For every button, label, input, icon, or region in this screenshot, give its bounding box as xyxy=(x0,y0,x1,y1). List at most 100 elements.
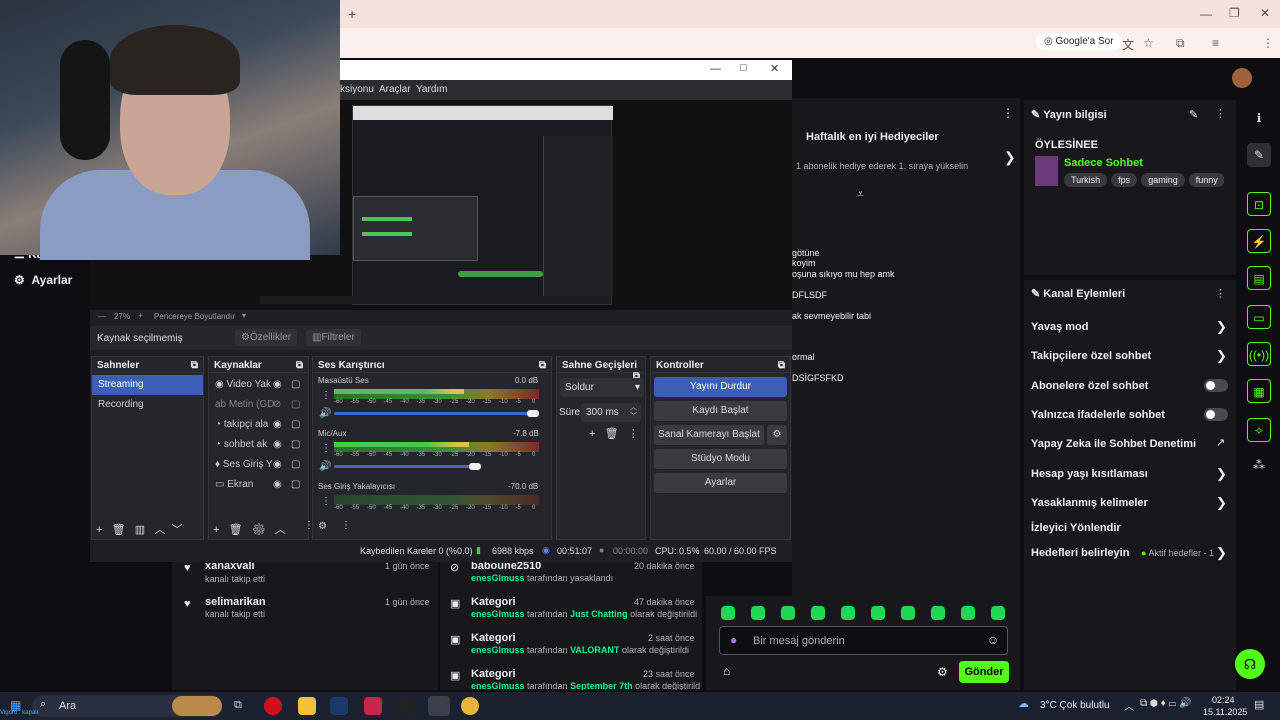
shapes-icon[interactable]: ⁂ xyxy=(1247,453,1271,477)
taskbar-search[interactable]: ⌕ Ara xyxy=(32,695,222,717)
emote-icon[interactable] xyxy=(841,606,855,620)
lock-icon[interactable]: ▢ xyxy=(291,395,300,415)
chevron-right-icon[interactable]: ❯ xyxy=(1216,466,1227,482)
chevron-right-icon[interactable]: ❯ xyxy=(1216,319,1227,335)
chevron-right-icon[interactable]: ❯ xyxy=(1216,348,1227,364)
emote-icon[interactable] xyxy=(931,606,945,620)
chevron-down-icon[interactable]: ▾ xyxy=(242,311,246,320)
bookmark-star-icon[interactable]: ☆ xyxy=(1143,36,1154,50)
emote-icon[interactable] xyxy=(991,606,1005,620)
gift-icon[interactable]: ⌂ xyxy=(723,664,730,678)
document-icon[interactable]: ▤ xyxy=(1247,266,1271,290)
eye-off-icon[interactable]: ⊘ xyxy=(273,395,281,415)
menu-dots-icon[interactable]: ⋮ xyxy=(628,428,639,440)
follow-user[interactable]: selimarikan xyxy=(205,596,266,608)
source-item[interactable]: ◉ Video Yak ◉ ▢ xyxy=(209,375,308,395)
emoji-icon[interactable]: ☺ xyxy=(987,633,999,647)
channel-options-icon[interactable]: ⋮ xyxy=(321,496,331,507)
send-button[interactable]: Gönder xyxy=(959,661,1009,683)
volume-slider[interactable] xyxy=(334,412,534,415)
channel-options-icon[interactable]: ⋮ xyxy=(321,390,331,401)
tag-chip[interactable]: gaming xyxy=(1141,173,1185,187)
chevron-right-icon[interactable]: ❯ xyxy=(1004,149,1016,166)
minimize-icon[interactable]: — xyxy=(1200,7,1212,21)
panel-options-icon[interactable]: ⋮ xyxy=(1215,107,1226,120)
close-icon[interactable]: ✕ xyxy=(770,62,779,75)
gear-icon[interactable]: ⚙ xyxy=(252,524,266,536)
mixer-menu-icon[interactable]: ⋮ xyxy=(341,520,351,531)
zoom-in-icon[interactable]: + xyxy=(138,311,143,320)
chat-bubble-icon[interactable]: ▭ xyxy=(1247,305,1271,329)
settings-button[interactable]: Ayarlar xyxy=(654,473,787,493)
add-icon[interactable]: + xyxy=(213,524,219,536)
source-menu-icon[interactable]: ⋮ xyxy=(304,520,314,531)
banned-words-item[interactable]: Yasaklanmış kelimeler xyxy=(1031,497,1148,509)
file-explorer-icon[interactable] xyxy=(298,697,316,715)
tag-chip[interactable]: funny xyxy=(1188,173,1224,187)
duration-input[interactable]: 300 ms ︿ ﹀ xyxy=(581,403,641,422)
raid-item[interactable]: İzleyici Yönlendir xyxy=(1031,522,1121,534)
obs-taskbar-icon[interactable] xyxy=(428,696,450,716)
slow-mode-item[interactable]: Yavaş mod xyxy=(1031,321,1088,333)
source-item[interactable]: ◔ sohbet ak ◉ ▢ xyxy=(209,435,308,455)
arrow-up-icon[interactable]: ︿ xyxy=(275,524,286,536)
zoom-out-icon[interactable]: — xyxy=(98,312,106,321)
emote-icon[interactable] xyxy=(751,606,765,620)
chat-settings-icon[interactable]: ⚙ xyxy=(937,665,948,679)
scene-item[interactable]: Streaming xyxy=(92,375,203,395)
notification-icon[interactable]: ▤ xyxy=(1254,698,1264,711)
minimize-icon[interactable]: — xyxy=(710,63,721,75)
epic-games-icon[interactable] xyxy=(396,697,414,715)
start-virtual-camera-button[interactable]: Sanal Kamerayı Başlat xyxy=(654,425,764,445)
virtual-camera-settings-icon[interactable]: ⚙ xyxy=(767,425,787,445)
lock-icon[interactable]: ▢ xyxy=(291,415,300,435)
account-age-item[interactable]: Hesap yaşı kısıtlaması xyxy=(1031,468,1148,480)
edit-icon[interactable]: ✎ xyxy=(1189,108,1198,121)
source-item[interactable]: ♦ Ses Giriş Y ◉ ▢ xyxy=(209,455,308,475)
lock-icon[interactable]: ▢ xyxy=(291,455,300,475)
pencil-icon[interactable]: ✎ xyxy=(1247,143,1271,167)
advanced-audio-icon[interactable]: ⚙ xyxy=(318,521,327,532)
scan-icon[interactable]: ⊡ xyxy=(1247,192,1271,216)
eye-icon[interactable]: ◉ xyxy=(273,435,282,455)
emote-icon[interactable] xyxy=(901,606,915,620)
stream-category[interactable]: Sadece Sohbet xyxy=(1064,157,1143,169)
source-item[interactable]: ab Metin (GD ⊘ ▢ xyxy=(209,395,308,415)
translate-icon[interactable]: 文 xyxy=(1122,36,1134,53)
undock-icon[interactable]: ⧉ xyxy=(539,360,546,371)
emote-icon[interactable] xyxy=(961,606,975,620)
eye-icon[interactable]: ◉ xyxy=(273,375,282,395)
chevron-right-icon[interactable]: ❯ xyxy=(1216,495,1227,511)
add-icon[interactable]: + xyxy=(96,524,102,536)
emote-icon[interactable] xyxy=(871,606,885,620)
support-icon[interactable]: ☊ xyxy=(1235,649,1265,679)
trash-icon[interactable]: 🗑 xyxy=(112,524,126,536)
task-view-icon[interactable]: ⧉ xyxy=(234,699,242,712)
eye-icon[interactable]: ◉ xyxy=(273,415,282,435)
moderation-icon[interactable]: ▦ xyxy=(1247,379,1271,403)
eye-icon[interactable]: ◉ xyxy=(273,475,282,495)
eye-icon[interactable]: ◉ xyxy=(273,455,282,475)
emote-icon[interactable] xyxy=(781,606,795,620)
speaker-icon[interactable]: 🔊 xyxy=(319,408,331,419)
speaker-icon[interactable]: 🔊 xyxy=(319,461,331,472)
followers-only-item[interactable]: Takipçilere özel sohbet xyxy=(1031,350,1151,362)
info-icon[interactable]: ℹ xyxy=(1247,106,1271,130)
trash-icon[interactable]: 🗑 xyxy=(229,524,243,536)
undock-icon[interactable]: ⧉ xyxy=(296,360,303,371)
volume-slider-knob[interactable] xyxy=(527,410,539,417)
subscribers-only-toggle[interactable] xyxy=(1204,379,1228,392)
fit-window-label[interactable]: Pencereye Boyutlandır xyxy=(154,312,235,321)
maximize-icon[interactable]: ❐ xyxy=(1229,6,1240,20)
stop-streaming-button[interactable]: Yayını Durdur xyxy=(654,377,787,397)
menu-dots-icon[interactable]: ⋮ xyxy=(1262,36,1274,50)
new-tab-icon[interactable]: + xyxy=(348,6,356,22)
arrow-down-icon[interactable]: ﹀ xyxy=(171,524,182,536)
arrow-up-icon[interactable]: ︿ xyxy=(154,524,165,536)
add-icon[interactable]: + xyxy=(589,428,595,440)
start-recording-button[interactable]: Kaydı Başlat xyxy=(654,401,787,421)
emote-only-toggle[interactable] xyxy=(1204,408,1228,421)
lock-icon[interactable]: ▢ xyxy=(291,475,300,495)
opera-icon[interactable] xyxy=(264,697,282,715)
extensions-icon[interactable]: ⧉ xyxy=(1176,36,1185,51)
